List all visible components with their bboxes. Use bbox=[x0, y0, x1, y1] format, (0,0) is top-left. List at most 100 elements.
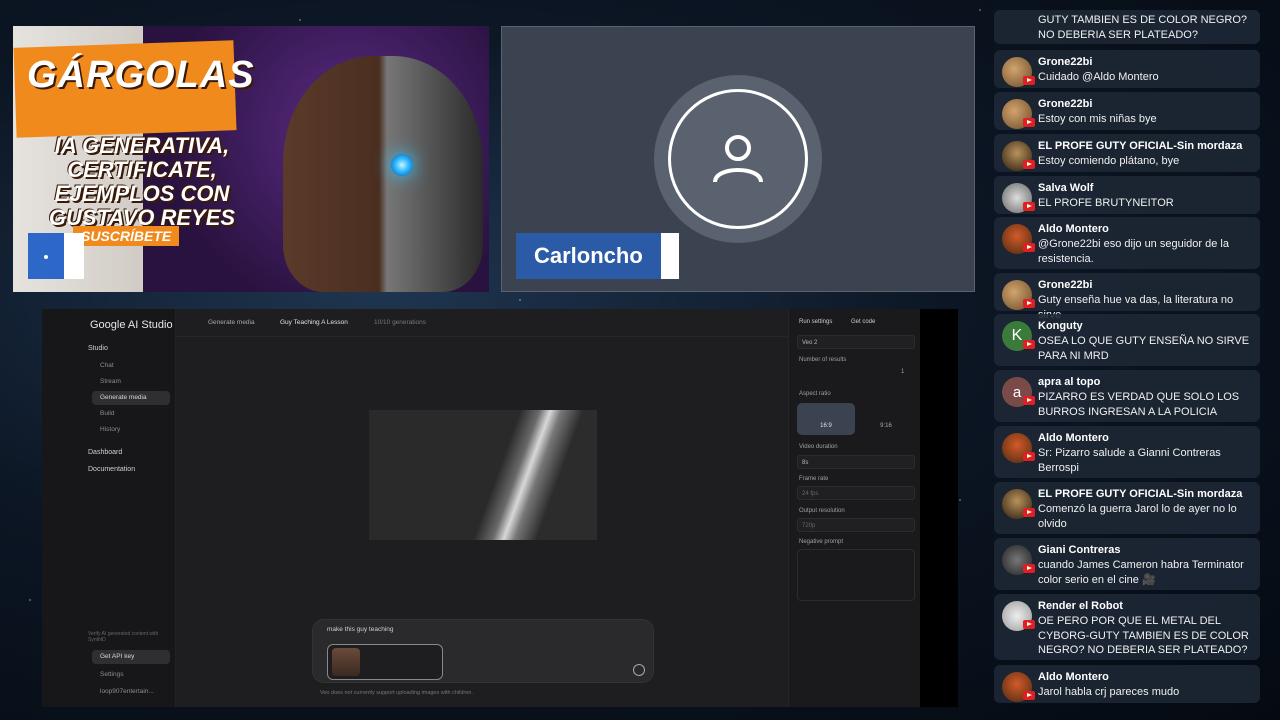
participant-name: Carloncho bbox=[516, 233, 661, 279]
camera-avatar bbox=[654, 75, 822, 243]
ai-studio-sidebar: Google AI Studio Studio Chat Stream Gene… bbox=[42, 309, 176, 707]
youtube-icon bbox=[1023, 508, 1035, 517]
chat-message: GUTY TAMBIEN ES DE COLOR NEGRO? NO DEBER… bbox=[994, 10, 1260, 44]
chat-text: OE PERO POR QUE EL METAL DEL CYBORG-GUTY… bbox=[1038, 615, 1249, 656]
chat-author: Aldo Montero bbox=[1038, 671, 1109, 683]
studio-section[interactable]: Studio bbox=[88, 345, 108, 352]
youtube-icon bbox=[1023, 564, 1035, 573]
sidebar-dashboard[interactable]: Dashboard bbox=[88, 449, 122, 456]
chat-text: PIZARRO ES VERDAD QUE SOLO LOS BURROS IN… bbox=[1038, 391, 1240, 418]
chat-author: Render el Robot bbox=[1038, 600, 1123, 612]
get-api-key-button[interactable]: Get API key bbox=[92, 650, 170, 664]
generated-video-preview[interactable] bbox=[369, 410, 597, 540]
model-select[interactable]: Veo 2 bbox=[797, 335, 915, 349]
chat-message: a apra al topo PIZARRO ES VERDAD QUE SOLO … bbox=[994, 370, 1260, 422]
chat-author: EL PROFE GUTY OFICIAL-Sin mordaza bbox=[1038, 140, 1243, 152]
participant-name-tag: Carloncho bbox=[516, 233, 679, 279]
chat-author: Aldo Montero bbox=[1038, 432, 1109, 444]
youtube-icon bbox=[1023, 202, 1035, 211]
chat-author: Grone22bi bbox=[1038, 98, 1093, 110]
youtube-icon bbox=[1023, 620, 1035, 629]
chat-message: Aldo Montero @Grone22bi eso dijo un segui… bbox=[994, 217, 1260, 269]
user-icon bbox=[713, 135, 763, 183]
chat-text: @Grone22bi eso dijo un seguidor de la re… bbox=[1038, 238, 1229, 265]
chat-message: Aldo Montero Jarol habla crj pareces mudo bbox=[994, 665, 1260, 703]
negative-prompt-input[interactable] bbox=[797, 549, 915, 601]
youtube-icon bbox=[1023, 340, 1035, 349]
chat-message: Salva Wolf EL PROFE BRUTYNEITOR bbox=[994, 176, 1260, 214]
duration-select[interactable]: 8s bbox=[797, 455, 915, 469]
num-results-label: Number of results bbox=[799, 357, 847, 363]
chat-text: Cuidado @Aldo Montero bbox=[1038, 71, 1159, 83]
chat-text: cuando James Cameron habra Terminator co… bbox=[1038, 559, 1244, 586]
prompt-box[interactable]: make this guy teaching bbox=[312, 619, 654, 683]
run-settings-panel: Run settings Get code Veo 2 Number of re… bbox=[788, 309, 920, 707]
chat-text: GUTY TAMBIEN ES DE COLOR NEGRO? NO DEBER… bbox=[1038, 14, 1248, 41]
duration-label: Video duration bbox=[799, 444, 838, 450]
youtube-icon bbox=[1023, 691, 1035, 700]
chat-message: Grone22bi Cuidado @Aldo Montero bbox=[994, 50, 1260, 88]
youtube-icon bbox=[1023, 452, 1035, 461]
guatemala-flag-icon bbox=[28, 233, 84, 279]
prompt-text[interactable]: make this guy teaching bbox=[327, 626, 393, 633]
get-code-button[interactable]: Get code bbox=[851, 319, 875, 325]
chat-author: apra al topo bbox=[1038, 376, 1101, 388]
breadcrumb-project[interactable]: Guy Teaching A Lesson bbox=[280, 319, 348, 326]
chat-message: Aldo Montero Sr: Pizarro salude a Gianni … bbox=[994, 426, 1260, 478]
sidebar-settings[interactable]: Settings bbox=[92, 668, 170, 682]
synthid-note: Verify AI generated content with SynthID bbox=[88, 631, 159, 643]
sidebar-item-generate-media[interactable]: Generate media bbox=[92, 391, 170, 405]
sidebar-item-build[interactable]: Build bbox=[92, 407, 170, 421]
youtube-icon bbox=[1023, 396, 1035, 405]
video-thumbnail: GÁRGOLAS IA GENERATIVA, CERTIFICATE, EJE… bbox=[13, 26, 489, 292]
account-item[interactable]: loop907entertain... bbox=[92, 685, 170, 699]
sidebar-documentation[interactable]: Documentation bbox=[88, 466, 135, 473]
chat-message: Grone22bi Estoy con mis niñas bye bbox=[994, 92, 1260, 130]
ai-studio-main: Generate media Guy Teaching A Lesson 10/… bbox=[176, 309, 788, 707]
frame-rate-label: Frame rate bbox=[799, 476, 829, 482]
chat-author: Giani Contreras bbox=[1038, 544, 1121, 556]
youtube-icon bbox=[1023, 243, 1035, 252]
generation-count: 10/10 generations bbox=[374, 319, 427, 326]
chat-text: Sr: Pizarro salude a Gianni Contreras Be… bbox=[1038, 447, 1221, 474]
live-chat: GUTY TAMBIEN ES DE COLOR NEGRO? NO DEBER… bbox=[990, 10, 1266, 710]
cyborg-face-image bbox=[283, 56, 483, 292]
send-icon[interactable] bbox=[633, 664, 645, 676]
resolution-label: Output resolution bbox=[799, 508, 845, 514]
attached-image[interactable] bbox=[327, 644, 443, 680]
chat-message: Render el Robot OE PERO POR QUE EL METAL … bbox=[994, 594, 1260, 660]
camera-tile: Carloncho bbox=[501, 26, 975, 292]
aspect-ratio-label: Aspect ratio bbox=[799, 391, 831, 397]
chat-text: OSEA LO QUE GUTY ENSEÑA NO SIRVE PARA NI… bbox=[1038, 335, 1250, 362]
chat-author: Grone22bi bbox=[1038, 279, 1093, 291]
sidebar-item-stream[interactable]: Stream bbox=[92, 375, 170, 389]
chat-message: EL PROFE GUTY OFICIAL-Sin mordaza Comenzó… bbox=[994, 482, 1260, 534]
chat-text: Jarol habla crj pareces mudo bbox=[1038, 686, 1180, 698]
youtube-icon bbox=[1023, 76, 1035, 85]
chat-author: Salva Wolf bbox=[1038, 182, 1094, 194]
chat-author: EL PROFE GUTY OFICIAL-Sin mordaza bbox=[1038, 488, 1243, 500]
chat-text: Estoy con mis niñas bye bbox=[1038, 113, 1157, 125]
breadcrumb-section[interactable]: Generate media bbox=[208, 319, 255, 326]
screen-share: Google AI Studio Studio Chat Stream Gene… bbox=[42, 309, 958, 707]
sidebar-item-chat[interactable]: Chat bbox=[92, 359, 170, 373]
chat-message: K Konguty OSEA LO QUE GUTY ENSEÑA NO SIRVE… bbox=[994, 314, 1260, 366]
num-results-value[interactable]: 1 bbox=[901, 369, 904, 375]
negative-prompt-label: Negative prompt bbox=[799, 539, 844, 545]
aspect-9-16-option[interactable]: 9:16 bbox=[857, 403, 915, 435]
chat-text: EL PROFE BRUTYNEITOR bbox=[1038, 197, 1174, 209]
subscribe-label: SUSCRÍBETE bbox=[73, 226, 180, 246]
sidebar-item-history[interactable]: History bbox=[92, 423, 170, 437]
run-settings-title: Run settings bbox=[799, 319, 833, 325]
resolution-select[interactable]: 720p bbox=[797, 518, 915, 532]
frame-rate-select[interactable]: 24 fps bbox=[797, 486, 915, 500]
youtube-icon bbox=[1023, 299, 1035, 308]
chat-message: Giani Contreras cuando James Cameron habr… bbox=[994, 538, 1260, 590]
thumbnail-title: GÁRGOLAS bbox=[27, 54, 255, 96]
aspect-16-9-option[interactable]: 16:9 bbox=[797, 403, 855, 435]
youtube-icon bbox=[1023, 160, 1035, 169]
chat-author: Aldo Montero bbox=[1038, 223, 1109, 235]
chat-message: Grone22bi Guty enseña hue va das, la lite… bbox=[994, 273, 1260, 321]
youtube-icon bbox=[1023, 118, 1035, 127]
ai-studio-logo: Google AI Studio bbox=[90, 319, 173, 331]
